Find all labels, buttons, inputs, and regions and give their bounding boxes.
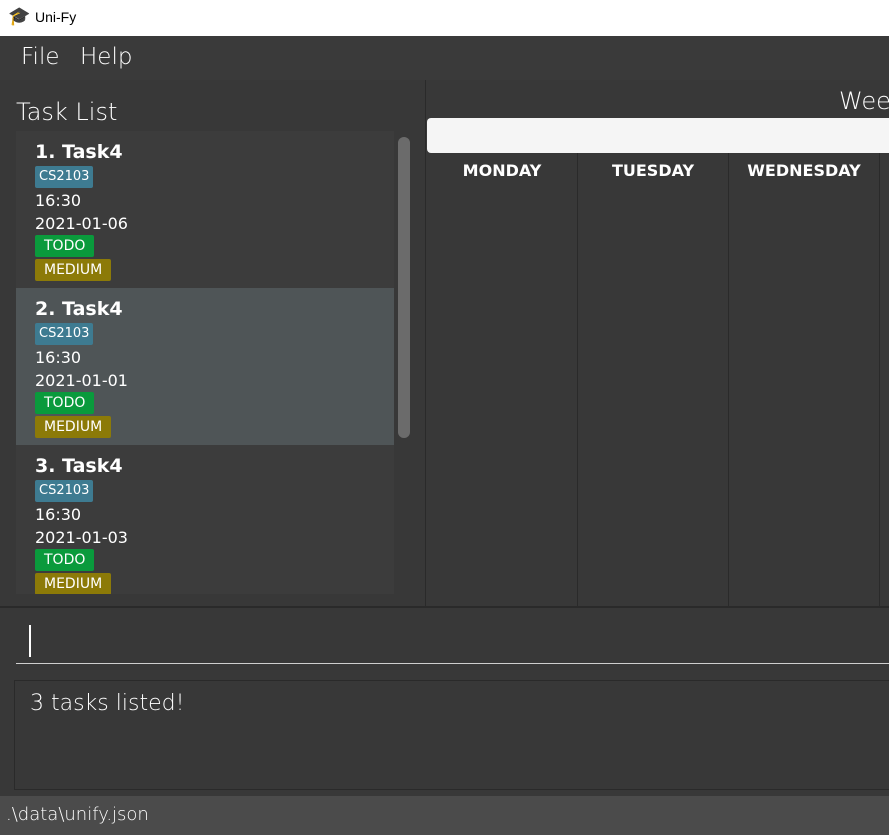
- priority-badge: MEDIUM: [35, 416, 112, 438]
- task-list-heading: Task List: [16, 98, 118, 126]
- week-bar: [427, 118, 889, 153]
- menu-bar: File Help: [0, 36, 889, 80]
- task-date: 2021-01-06: [35, 214, 128, 233]
- task-time: 16:30: [35, 191, 82, 210]
- task-list-panel: Task List 1. Task4 CS2103 16:30 2021-01-…: [3, 80, 426, 606]
- task-date: 2021-01-01: [35, 371, 128, 390]
- task-title: 2. Task4: [35, 298, 123, 320]
- day-header-tuesday: TUESDAY: [611, 161, 695, 180]
- day-header-monday: MONDAY: [462, 161, 542, 180]
- result-display: 3 tasks listed!: [14, 680, 889, 790]
- module-tag: CS2103: [35, 480, 94, 502]
- task-time: 16:30: [35, 505, 82, 524]
- result-message: 3 tasks listed!: [30, 691, 185, 716]
- state-badge: TODO: [35, 235, 95, 257]
- state-badge: TODO: [35, 392, 95, 414]
- task-title: 3. Task4: [35, 455, 123, 477]
- day-column-monday: MONDAY: [427, 153, 578, 606]
- module-tag: CS2103: [35, 323, 94, 345]
- data-file-path: .\data\unify.json: [6, 804, 149, 825]
- scrollbar-thumb[interactable]: [398, 137, 410, 438]
- command-underline: [16, 663, 889, 664]
- task-card[interactable]: 1. Task4 CS2103 16:30 2021-01-06 TODO ME…: [16, 131, 394, 288]
- status-bar: .\data\unify.json: [0, 796, 889, 835]
- menu-help[interactable]: Help: [80, 44, 132, 70]
- task-date: 2021-01-03: [35, 528, 128, 547]
- day-header-wednesday: WEDNESDAY: [747, 161, 861, 180]
- task-time: 16:30: [35, 348, 82, 367]
- task-card[interactable]: 3. Task4 CS2103 16:30 2021-01-03 TODO ME…: [16, 445, 394, 594]
- command-box: [0, 606, 889, 672]
- state-badge: TODO: [35, 549, 95, 571]
- day-column-wednesday: WEDNESDAY: [729, 153, 880, 606]
- task-list-scrollbar[interactable]: [398, 137, 410, 438]
- task-card[interactable]: 2. Task4 CS2103 16:30 2021-01-01 TODO ME…: [16, 288, 394, 445]
- module-tag: CS2103: [35, 166, 94, 188]
- priority-badge: MEDIUM: [35, 573, 112, 594]
- graduation-cap-icon: 🎓: [8, 6, 31, 27]
- week-label: Wee: [839, 87, 889, 115]
- menu-file[interactable]: File: [21, 44, 60, 70]
- task-list[interactable]: 1. Task4 CS2103 16:30 2021-01-06 TODO ME…: [16, 131, 394, 594]
- priority-badge: MEDIUM: [35, 259, 112, 281]
- title-bar: 🎓 Uni-Fy: [0, 0, 889, 36]
- task-title: 1. Task4: [35, 141, 123, 163]
- window-title: Uni-Fy: [35, 9, 77, 25]
- command-input[interactable]: [29, 625, 31, 657]
- calendar-panel: Wee MONDAY TUESDAY WEDNESDAY: [427, 80, 889, 606]
- day-column-tuesday: TUESDAY: [578, 153, 729, 606]
